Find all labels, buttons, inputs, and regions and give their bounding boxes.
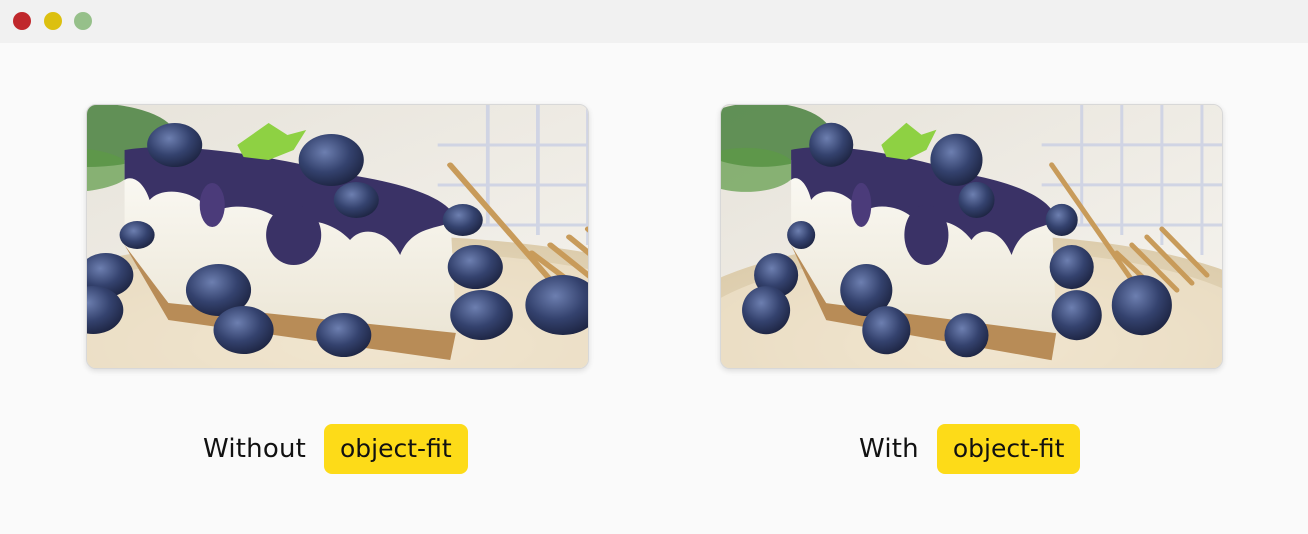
cheesecake-image-stretched bbox=[87, 105, 588, 368]
without-caption: Without object-fit bbox=[203, 424, 468, 474]
stretched-image-frame bbox=[86, 104, 589, 369]
caption-label: Without bbox=[203, 434, 307, 464]
window-titlebar bbox=[0, 0, 1308, 43]
cheesecake-image-cover bbox=[721, 105, 1222, 368]
code-badge: object-fit bbox=[324, 424, 468, 474]
cover-image-frame bbox=[720, 104, 1223, 369]
code-badge: object-fit bbox=[936, 424, 1081, 474]
caption-label: With bbox=[859, 434, 919, 464]
close-window-button[interactable] bbox=[13, 12, 31, 30]
with-caption: With object-fit bbox=[859, 424, 1081, 474]
zoom-window-button[interactable] bbox=[74, 12, 92, 30]
minimize-window-button[interactable] bbox=[44, 12, 62, 30]
